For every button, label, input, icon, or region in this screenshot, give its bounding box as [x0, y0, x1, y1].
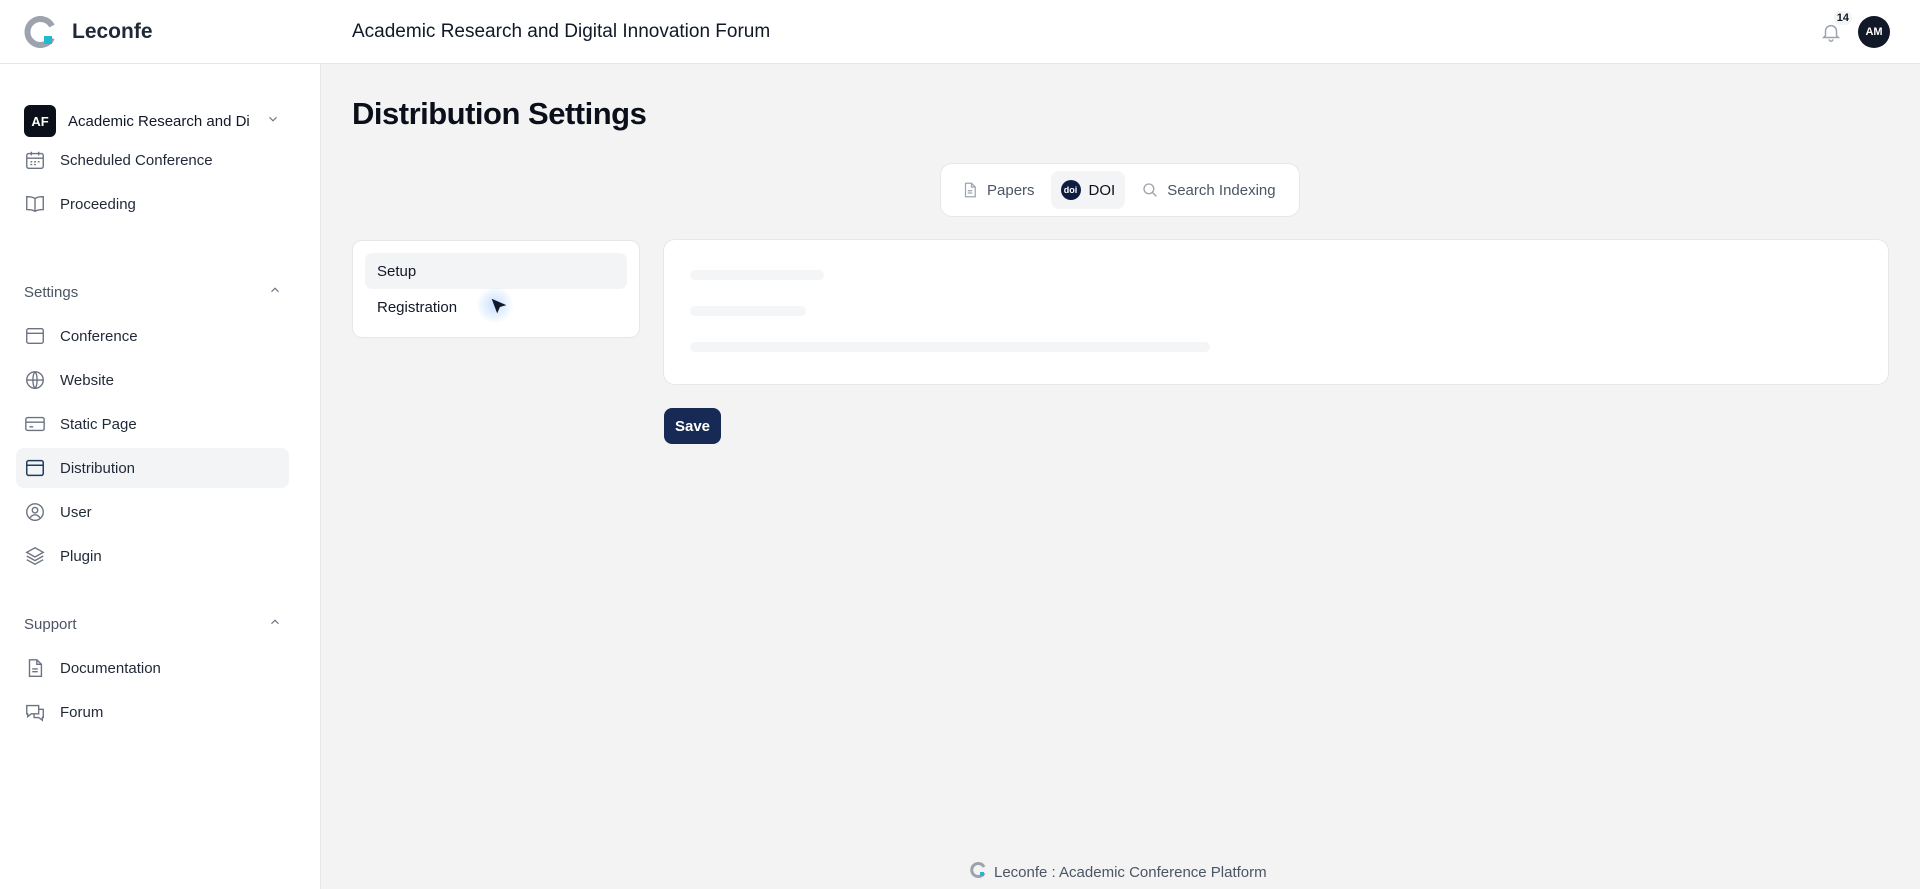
brand-name: Leconfe — [72, 19, 153, 43]
sidebar-group-support[interactable]: Support — [24, 612, 282, 636]
sidebar-item-label: Scheduled Conference — [60, 151, 213, 169]
tab-label: DOI — [1088, 181, 1116, 199]
page-title: Distribution Settings — [352, 96, 647, 131]
tab-doi[interactable]: doi DOI — [1050, 171, 1126, 209]
conference-switcher[interactable]: AF Academic Research and Di — [24, 104, 282, 138]
globe-icon — [24, 369, 46, 391]
sidebar-item-plugin[interactable]: Plugin — [16, 536, 289, 576]
footer-text: Leconfe : Academic Conference Platform — [994, 863, 1267, 881]
document-icon — [24, 657, 46, 679]
subnav-item-setup[interactable]: Setup — [365, 253, 627, 289]
sidebar-item-scheduled-conference[interactable]: Scheduled Conference — [16, 140, 289, 180]
document-icon — [961, 181, 979, 199]
mouse-cursor-icon — [488, 296, 510, 318]
chevron-up-icon — [268, 615, 282, 634]
window-icon — [24, 457, 46, 479]
sidebar-item-label: Documentation — [60, 659, 161, 677]
sidebar-item-label: Plugin — [60, 547, 102, 565]
sidebar-item-user[interactable]: User — [16, 492, 289, 532]
leconfe-logo-icon — [970, 862, 986, 882]
chat-bubbles-icon — [24, 701, 46, 723]
setup-panel — [663, 239, 1889, 385]
sidebar: AF Academic Research and Di Scheduled Co… — [0, 64, 321, 889]
conference-switcher-label: Academic Research and Di — [68, 112, 250, 130]
tab-papers[interactable]: Papers — [951, 171, 1045, 209]
chevron-up-icon — [268, 283, 282, 302]
sidebar-item-label: Proceeding — [60, 195, 136, 213]
sidebar-group-label: Support — [24, 615, 77, 633]
calendar-icon — [24, 149, 46, 171]
card-icon — [24, 413, 46, 435]
doi-icon: doi — [1060, 180, 1081, 200]
sidebar-item-forum[interactable]: Forum — [16, 692, 289, 732]
footer: Leconfe : Academic Conference Platform — [970, 862, 1267, 882]
sidebar-group-label: Settings — [24, 283, 79, 301]
book-open-icon — [24, 193, 46, 215]
sidebar-group-settings[interactable]: Settings — [24, 280, 282, 304]
sidebar-item-label: Static Page — [60, 415, 137, 433]
conference-badge: AF — [24, 105, 56, 137]
notification-count-badge: 14 — [1833, 11, 1852, 25]
sidebar-item-label: User — [60, 503, 92, 521]
loading-placeholder — [690, 270, 824, 280]
brand[interactable]: Leconfe — [0, 0, 321, 63]
tab-label: Search Indexing — [1167, 181, 1276, 199]
sidebar-item-label: Forum — [60, 703, 104, 721]
sidebar-item-website[interactable]: Website — [16, 360, 289, 400]
tab-label: Papers — [987, 181, 1035, 199]
user-circle-icon — [24, 501, 46, 523]
distribution-tabs: Papers doi DOI Search Indexing — [940, 163, 1300, 217]
sidebar-item-label: Conference — [60, 327, 138, 345]
sidebar-item-label: Website — [60, 371, 114, 389]
user-avatar[interactable]: AM — [1858, 16, 1890, 48]
tab-search-indexing[interactable]: Search Indexing — [1131, 171, 1285, 209]
save-button[interactable]: Save — [664, 408, 721, 444]
sidebar-item-proceeding[interactable]: Proceeding — [16, 184, 289, 224]
window-icon — [24, 325, 46, 347]
notifications-button[interactable]: 14 — [1818, 11, 1852, 45]
sidebar-item-conference[interactable]: Conference — [16, 316, 289, 356]
search-icon — [1141, 181, 1159, 199]
sidebar-item-label: Distribution — [60, 459, 136, 477]
layers-icon — [24, 545, 46, 567]
leconfe-logo-icon — [24, 15, 56, 48]
sidebar-item-static-page[interactable]: Static Page — [16, 404, 289, 444]
conference-title: Academic Research and Digital Innovation… — [352, 20, 771, 42]
sidebar-item-documentation[interactable]: Documentation — [16, 648, 289, 688]
chevron-down-icon — [266, 112, 280, 131]
loading-placeholder — [690, 342, 1210, 352]
loading-placeholder — [690, 306, 806, 316]
sidebar-item-distribution[interactable]: Distribution — [16, 448, 289, 488]
top-bar: Leconfe Academic Research and Digital In… — [0, 0, 1920, 64]
